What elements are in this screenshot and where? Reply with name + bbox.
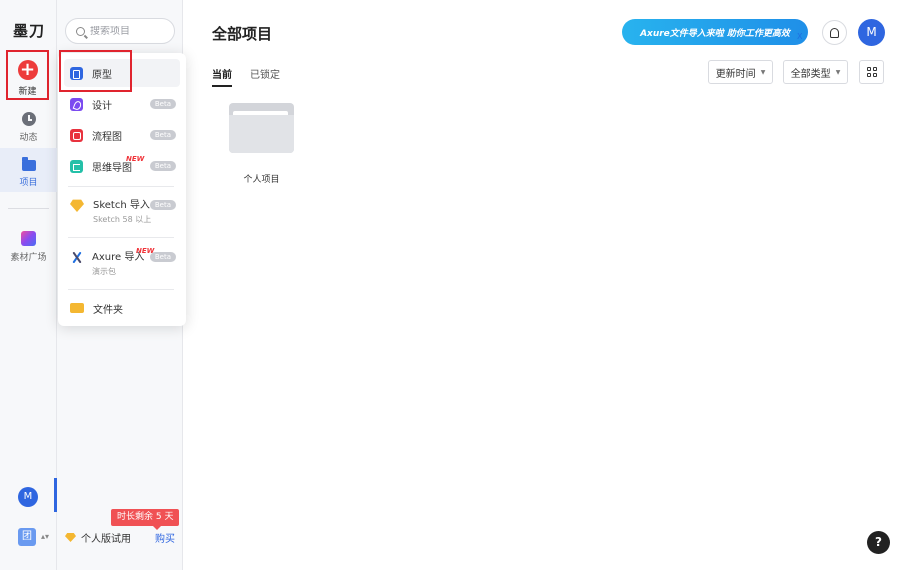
page-title: 全部项目 [212, 25, 273, 43]
menu-item-sketch-import[interactable]: Sketch 导入 Sketch 58 以上 Beta [64, 193, 180, 227]
search-box[interactable] [65, 18, 175, 44]
flowchart-icon [70, 128, 83, 142]
rail-item-projects[interactable]: 项目 [0, 148, 57, 192]
beta-badge: Beta [149, 161, 176, 171]
design-icon [70, 97, 83, 111]
search-icon [76, 26, 85, 36]
trial-row: 个人版试用 购买 [65, 530, 175, 545]
beta-badge: Beta [149, 130, 176, 140]
menu-item-label: Sketch 导入 [93, 199, 150, 211]
rail-item-assets[interactable]: 素材广场 [0, 229, 57, 265]
trial-label: 个人版试用 [81, 534, 131, 545]
folder-icon [229, 115, 294, 153]
type-label: 全部类型 [790, 68, 831, 80]
type-filter-dropdown[interactable]: 全部类型 ▼ [783, 60, 848, 84]
menu-item-folder[interactable]: 文件夹 [64, 294, 180, 322]
menu-item-mindmap[interactable]: 思维导图 NEW Beta [64, 152, 180, 180]
clock-icon [21, 112, 36, 126]
caret-down-icon: ▼ [760, 68, 766, 76]
menu-item-axure-import[interactable]: Axure 导入 演示包 NEW Beta [64, 245, 180, 279]
main-content: 全部项目 Axure文件导入来啦 助你工作更高效 X M 当前 已锁定 更新时间… [183, 0, 912, 570]
rail-item-label: 项目 [19, 178, 38, 188]
menu-item-label: 文件夹 [93, 304, 123, 316]
grid-view-button[interactable] [859, 60, 884, 84]
beta-badge: Beta [149, 252, 176, 262]
notification-button[interactable] [822, 20, 847, 45]
beta-badge: Beta [149, 200, 176, 210]
new-button-highlight[interactable]: + 新建 [6, 50, 49, 100]
sketch-icon [70, 199, 84, 212]
bell-icon [830, 27, 839, 38]
prototype-highlight-box [59, 50, 132, 92]
folder-icon [21, 157, 36, 171]
buy-link[interactable]: 购买 [155, 530, 175, 545]
folder-label[interactable]: 个人项目 [229, 172, 294, 185]
new-tag: NEW [126, 155, 145, 163]
menu-item-label: 流程图 [92, 131, 122, 143]
sort-label: 更新时间 [715, 68, 756, 80]
new-button-label: 新建 [18, 87, 37, 97]
asset-market-icon [21, 231, 36, 246]
caret-down-icon: ▼ [835, 68, 841, 76]
user-avatar[interactable]: M [858, 19, 885, 46]
avatar[interactable]: M [18, 487, 38, 507]
menu-item-label: 设计 [92, 100, 112, 112]
menu-divider [68, 289, 174, 290]
new-item-menu: 原型 设计 Beta 流程图 Beta 思维导图 NEW Beta Sketch… [58, 53, 186, 326]
left-rail: 墨刀 + 新建 动态 项目 素材广场 M 团 ▴▾ [0, 0, 57, 570]
axure-icon [70, 251, 83, 264]
search-input[interactable] [90, 25, 170, 37]
team-icon[interactable]: 团 [18, 528, 36, 546]
app-logo: 墨刀 [13, 22, 46, 40]
sort-dropdown[interactable]: 更新时间 ▼ [708, 60, 773, 84]
beta-badge: Beta [149, 99, 176, 109]
menu-item-subtitle: 演示包 [92, 266, 116, 276]
trial-remaining-badge: 时长剩余 5 天 [111, 509, 180, 530]
close-icon[interactable]: X [797, 32, 802, 41]
rail-divider [8, 208, 49, 209]
promo-banner[interactable]: Axure文件导入来啦 助你工作更高效 [622, 19, 808, 45]
tab-locked[interactable]: 已锁定 [250, 66, 280, 87]
rail-item-label: 动态 [19, 133, 38, 143]
team-switch-caret-icon[interactable]: ▴▾ [41, 532, 49, 541]
menu-divider [68, 237, 174, 238]
project-folder[interactable] [229, 103, 294, 153]
rail-item-activity[interactable]: 动态 [0, 110, 57, 146]
plus-icon[interactable]: + [17, 60, 38, 80]
diamond-icon [65, 533, 76, 542]
menu-item-subtitle: Sketch 58 以上 [93, 214, 152, 224]
folder-icon [70, 303, 84, 313]
menu-item-flowchart[interactable]: 流程图 Beta [64, 121, 180, 149]
menu-divider [68, 186, 174, 187]
menu-item-design[interactable]: 设计 Beta [64, 90, 180, 118]
project-tabs: 当前 已锁定 [212, 66, 298, 87]
tab-current[interactable]: 当前 [212, 66, 232, 87]
rail-item-label: 素材广场 [10, 253, 47, 263]
help-button[interactable]: ? [867, 531, 890, 554]
grid-icon [866, 67, 877, 77]
mindmap-icon [70, 159, 83, 173]
